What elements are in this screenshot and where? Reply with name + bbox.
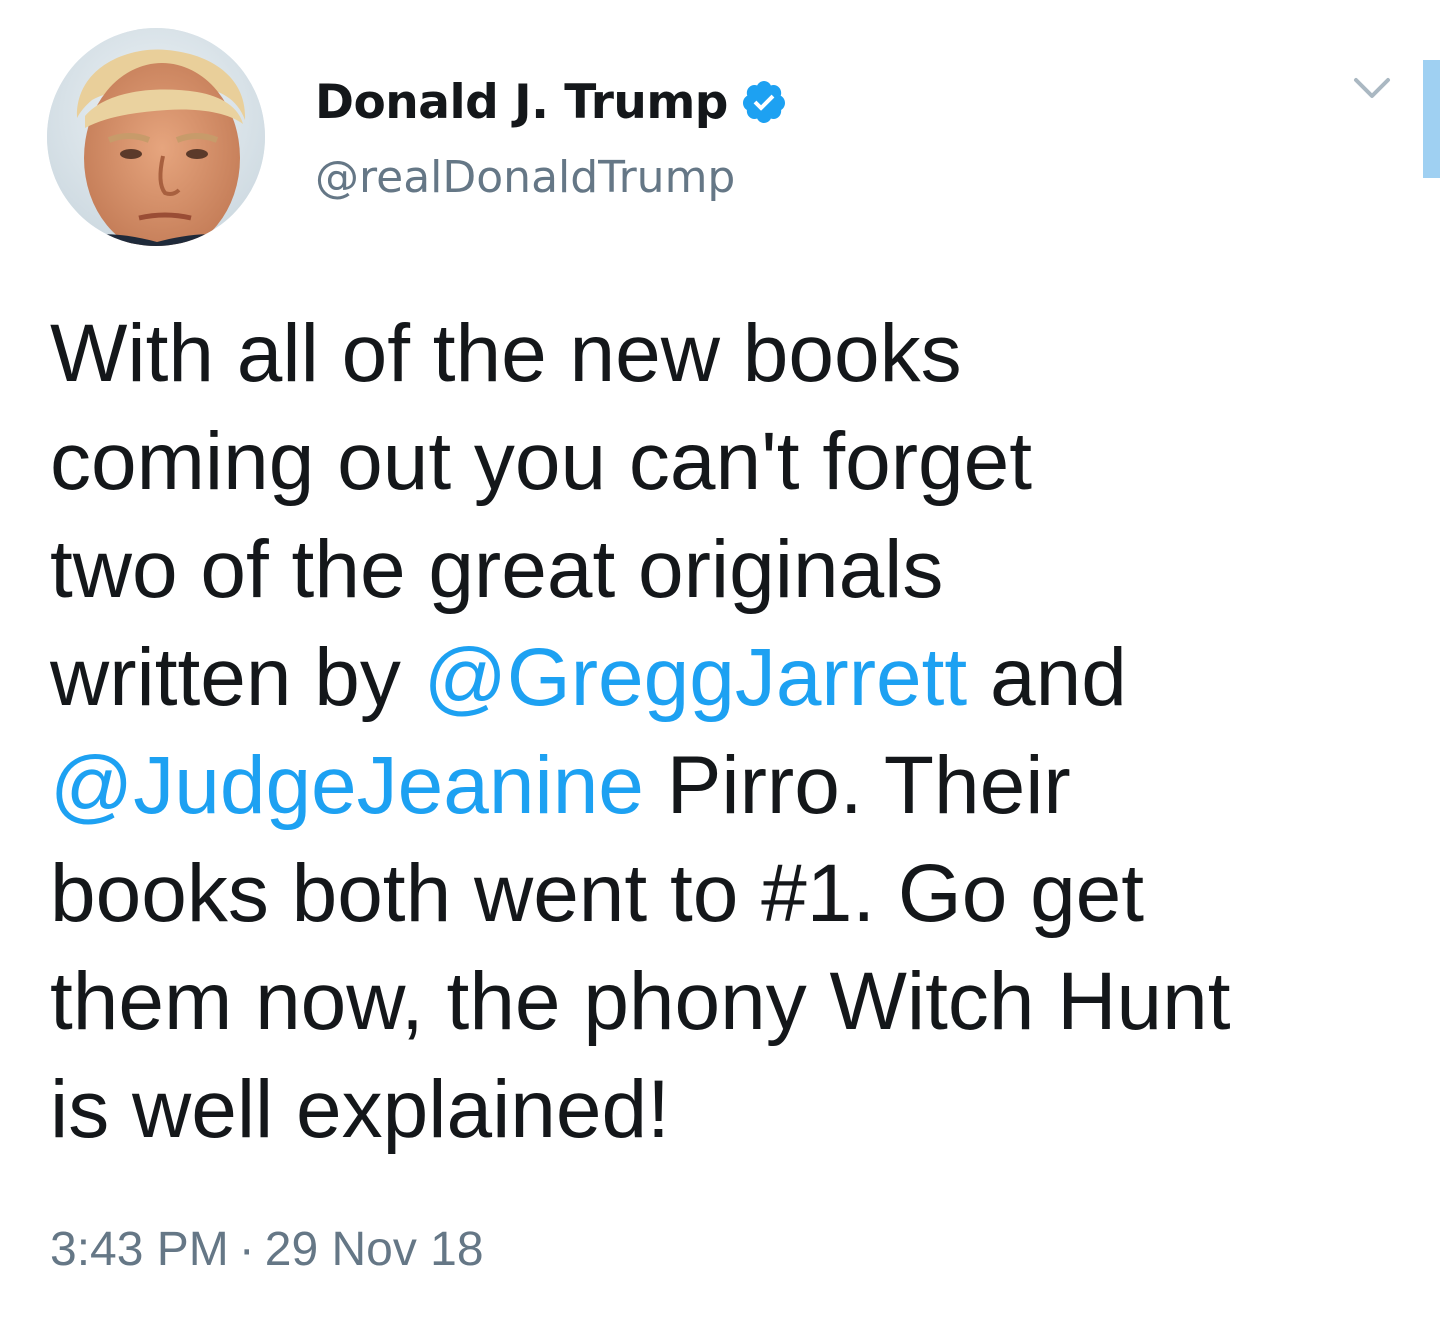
verified-badge-icon [740,78,788,126]
separator-dot: · [238,1223,255,1276]
text-segment: written by [50,632,424,723]
tweet-date: 29 Nov 18 [264,1223,484,1276]
tweet-text: With all of the new books coming out you… [50,300,1390,1164]
tweet: Donald J. Trump @realDonaldTrump With al… [0,0,1440,1320]
mention-link-greggjarrett[interactable]: @GreggJarrett [424,632,968,723]
mention-link-judgejeanine[interactable]: @JudgeJeanine [50,740,644,831]
text-segment: and [967,632,1127,723]
tweet-time: 3:43 PM [50,1223,229,1276]
tweet-text-line: coming out you can't forget [50,416,1032,507]
author-row: Donald J. Trump [315,72,788,132]
tweet-text-line: books both went to #1. Go get [50,848,1145,939]
avatar-image [47,28,265,246]
scrollbar[interactable] [1423,60,1440,178]
tweet-text-line: them now, the phony Witch Hunt [50,956,1231,1047]
chevron-down-icon[interactable] [1350,72,1394,106]
handle[interactable]: @realDonaldTrump [315,152,735,203]
tweet-text-line: two of the great originals [50,524,944,615]
display-name[interactable]: Donald J. Trump [315,75,728,130]
avatar[interactable] [47,28,265,246]
tweet-timestamp[interactable]: 3:43 PM · 29 Nov 18 [50,1222,484,1277]
tweet-text-line: With all of the new books [50,308,962,399]
tweet-text-line: written by @GreggJarrett and [50,624,1390,732]
tweet-text-line: is well explained! [50,1064,670,1155]
tweet-text-line: @JudgeJeanine Pirro. Their [50,732,1390,840]
text-segment: Pirro. Their [643,740,1071,831]
